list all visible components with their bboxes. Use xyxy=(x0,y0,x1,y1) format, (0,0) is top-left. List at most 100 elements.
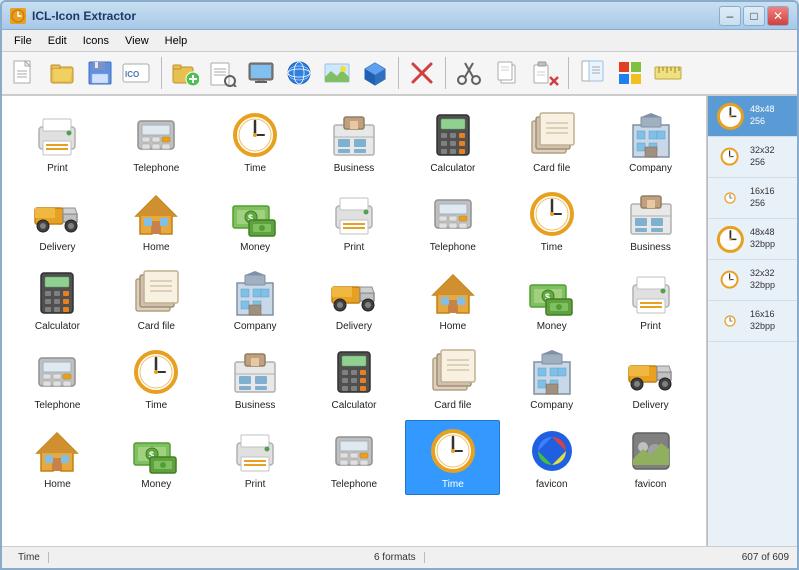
icon-cell-4[interactable]: Calculator xyxy=(405,104,500,179)
icon-cell-28[interactable]: Home xyxy=(10,420,105,495)
icon-img-company-16 xyxy=(231,269,279,317)
icon-cell-29[interactable]: $ Money xyxy=(109,420,204,495)
icon-img-clock-2 xyxy=(231,111,279,159)
icon-cell-20[interactable]: Print xyxy=(603,262,698,337)
icon-cell-10[interactable]: Print xyxy=(307,183,402,258)
icon-cell-3[interactable]: Business xyxy=(307,104,402,179)
search-file-button[interactable] xyxy=(205,55,241,91)
icon-img-printer-20 xyxy=(627,269,675,317)
icon-cell-9[interactable]: $ Money xyxy=(208,183,303,258)
delete-red-button[interactable] xyxy=(404,55,440,91)
icon-img-favicon1-33 xyxy=(528,427,576,475)
image-button[interactable] xyxy=(319,55,355,91)
right-panel: 48x48 256 32x32 256 16x16 256 48x48 32bp… xyxy=(707,96,797,546)
icon-cell-5[interactable]: Card file xyxy=(504,104,599,179)
title-bar: ICL-Icon Extractor – □ ✕ xyxy=(2,2,797,30)
icon-cell-1[interactable]: Telephone xyxy=(109,104,204,179)
icon-cell-25[interactable]: Card file xyxy=(405,341,500,416)
icon-cell-8[interactable]: Home xyxy=(109,183,204,258)
icon-cell-15[interactable]: Card file xyxy=(109,262,204,337)
icon-label-5: Card file xyxy=(533,163,570,174)
icon-img-calculator-24 xyxy=(330,348,378,396)
icon-cell-34[interactable]: favicon xyxy=(603,420,698,495)
icon-cell-27[interactable]: Delivery xyxy=(603,341,698,416)
icon-label-27: Delivery xyxy=(633,400,669,411)
icon-img-cardfile-25 xyxy=(429,348,477,396)
new-button[interactable] xyxy=(6,55,42,91)
icon-cell-12[interactable]: Time xyxy=(504,183,599,258)
icon-img-money-9: $ xyxy=(231,190,279,238)
icon-label-29: Money xyxy=(141,479,171,490)
icon-cell-7[interactable]: Delivery xyxy=(10,183,105,258)
size-item-3[interactable]: 48x48 32bpp xyxy=(708,219,797,260)
main-window: ICL-Icon Extractor – □ ✕ File Edit Icons… xyxy=(0,0,799,570)
size-icon-1 xyxy=(714,141,746,173)
icon-cell-16[interactable]: Company xyxy=(208,262,303,337)
icon-img-delivery-17 xyxy=(330,269,378,317)
menu-icons[interactable]: Icons xyxy=(75,33,117,49)
icon-cell-14[interactable]: Calculator xyxy=(10,262,105,337)
ico-button[interactable]: ICO xyxy=(120,55,156,91)
icon-img-printer-30 xyxy=(231,427,279,475)
menu-file[interactable]: File xyxy=(6,33,40,49)
icon-area[interactable]: Print Telephone Time Business Ca xyxy=(2,96,707,546)
paste-button[interactable] xyxy=(527,55,563,91)
size-icon-3 xyxy=(714,223,746,255)
icon-label-34: favicon xyxy=(635,479,667,490)
cut-button[interactable] xyxy=(451,55,487,91)
icon-cell-26[interactable]: Company xyxy=(504,341,599,416)
icon-label-4: Calculator xyxy=(430,163,475,174)
size-icon-4 xyxy=(714,264,746,296)
size-list[interactable]: 48x48 256 32x32 256 16x16 256 48x48 32bp… xyxy=(708,96,797,546)
icon-img-business-13 xyxy=(627,190,675,238)
icon-cell-2[interactable]: Time xyxy=(208,104,303,179)
icon-label-25: Card file xyxy=(434,400,471,411)
icon-cell-11[interactable]: Telephone xyxy=(405,183,500,258)
icon-cell-22[interactable]: Time xyxy=(109,341,204,416)
size-item-1[interactable]: 32x32 256 xyxy=(708,137,797,178)
icon-cell-6[interactable]: Company xyxy=(603,104,698,179)
box3d-button[interactable] xyxy=(357,55,393,91)
ruler-button[interactable] xyxy=(650,55,686,91)
icon-label-31: Telephone xyxy=(331,479,377,490)
icon-cell-23[interactable]: Business xyxy=(208,341,303,416)
icon-cell-19[interactable]: $ Money xyxy=(504,262,599,337)
save-button[interactable] xyxy=(82,55,118,91)
icon-img-money-29: $ xyxy=(132,427,180,475)
icon-cell-17[interactable]: Delivery xyxy=(307,262,402,337)
add-folder-button[interactable] xyxy=(167,55,203,91)
icon-cell-0[interactable]: Print xyxy=(10,104,105,179)
size-icon-5 xyxy=(714,305,746,337)
icon-cell-24[interactable]: Calculator xyxy=(307,341,402,416)
icon-img-printer-10 xyxy=(330,190,378,238)
size-item-2[interactable]: 16x16 256 xyxy=(708,178,797,219)
icon-cell-33[interactable]: favicon xyxy=(504,420,599,495)
window-title: ICL-Icon Extractor xyxy=(32,9,719,23)
menu-help[interactable]: Help xyxy=(157,33,196,49)
icon-img-cardfile-15 xyxy=(132,269,180,317)
size-item-5[interactable]: 16x16 32bpp xyxy=(708,301,797,342)
menu-bar: File Edit Icons View Help xyxy=(2,30,797,52)
open-button[interactable] xyxy=(44,55,80,91)
windows-button[interactable] xyxy=(612,55,648,91)
size-item-0[interactable]: 48x48 256 xyxy=(708,96,797,137)
close-button[interactable]: ✕ xyxy=(767,6,789,26)
minimize-button[interactable]: – xyxy=(719,6,741,26)
monitor-button[interactable] xyxy=(243,55,279,91)
icon-img-money-19: $ xyxy=(528,269,576,317)
maximize-button[interactable]: □ xyxy=(743,6,765,26)
icon-cell-18[interactable]: Home xyxy=(405,262,500,337)
globe-button[interactable] xyxy=(281,55,317,91)
menu-view[interactable]: View xyxy=(117,33,157,49)
copy-button[interactable] xyxy=(489,55,525,91)
size-item-4[interactable]: 32x32 32bpp xyxy=(708,260,797,301)
icon-cell-32[interactable]: Time xyxy=(405,420,500,495)
icon-img-telephone-1 xyxy=(132,111,180,159)
icon-cell-30[interactable]: Print xyxy=(208,420,303,495)
menu-edit[interactable]: Edit xyxy=(40,33,75,49)
icon-cell-21[interactable]: Telephone xyxy=(10,341,105,416)
icon-cell-31[interactable]: Telephone xyxy=(307,420,402,495)
icon-label-8: Home xyxy=(143,242,170,253)
extract-button[interactable] xyxy=(574,55,610,91)
icon-cell-13[interactable]: Business xyxy=(603,183,698,258)
